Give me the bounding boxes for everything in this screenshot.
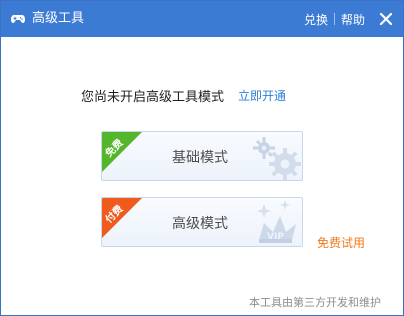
basic-mode-button[interactable]: 免费 基础模式 xyxy=(101,131,303,181)
title-bar: 高级工具 兑换 帮助 xyxy=(1,1,403,37)
free-ribbon: 免费 xyxy=(102,132,142,172)
close-icon[interactable] xyxy=(379,12,393,26)
free-trial-link[interactable]: 免费试用 xyxy=(317,234,365,251)
redeem-link[interactable]: 兑换 xyxy=(304,11,328,28)
open-now-link[interactable]: 立即开通 xyxy=(238,87,286,104)
vip-icon: VIP xyxy=(257,200,296,243)
mode-status-message: 您尚未开启高级工具模式 xyxy=(81,89,225,105)
advanced-tools-window: 高级工具 兑换 帮助 您尚未开启高级工具模式 立即开通 免费 基础模式 付费 高… xyxy=(0,0,404,316)
paid-ribbon: 付费 xyxy=(102,198,142,238)
gamepad-icon xyxy=(11,15,25,23)
title-action-divider xyxy=(333,13,335,25)
window-title: 高级工具 xyxy=(32,11,85,26)
gear-icon xyxy=(253,137,301,180)
title-actions: 兑换 帮助 xyxy=(304,9,393,29)
advanced-mode-label: 高级模式 xyxy=(172,216,228,232)
footer-note: 本工具由第三方开发和维护 xyxy=(249,296,381,309)
free-ribbon-label: 免费 xyxy=(103,137,126,160)
basic-mode-label: 基础模式 xyxy=(172,150,228,166)
paid-ribbon-label: 付费 xyxy=(103,203,126,226)
help-link[interactable]: 帮助 xyxy=(341,11,365,28)
svg-text:VIP: VIP xyxy=(267,232,284,242)
mode-status-row: 您尚未开启高级工具模式 立即开通 xyxy=(81,85,286,105)
advanced-mode-button[interactable]: 付费 高级模式 VIP xyxy=(101,197,303,247)
